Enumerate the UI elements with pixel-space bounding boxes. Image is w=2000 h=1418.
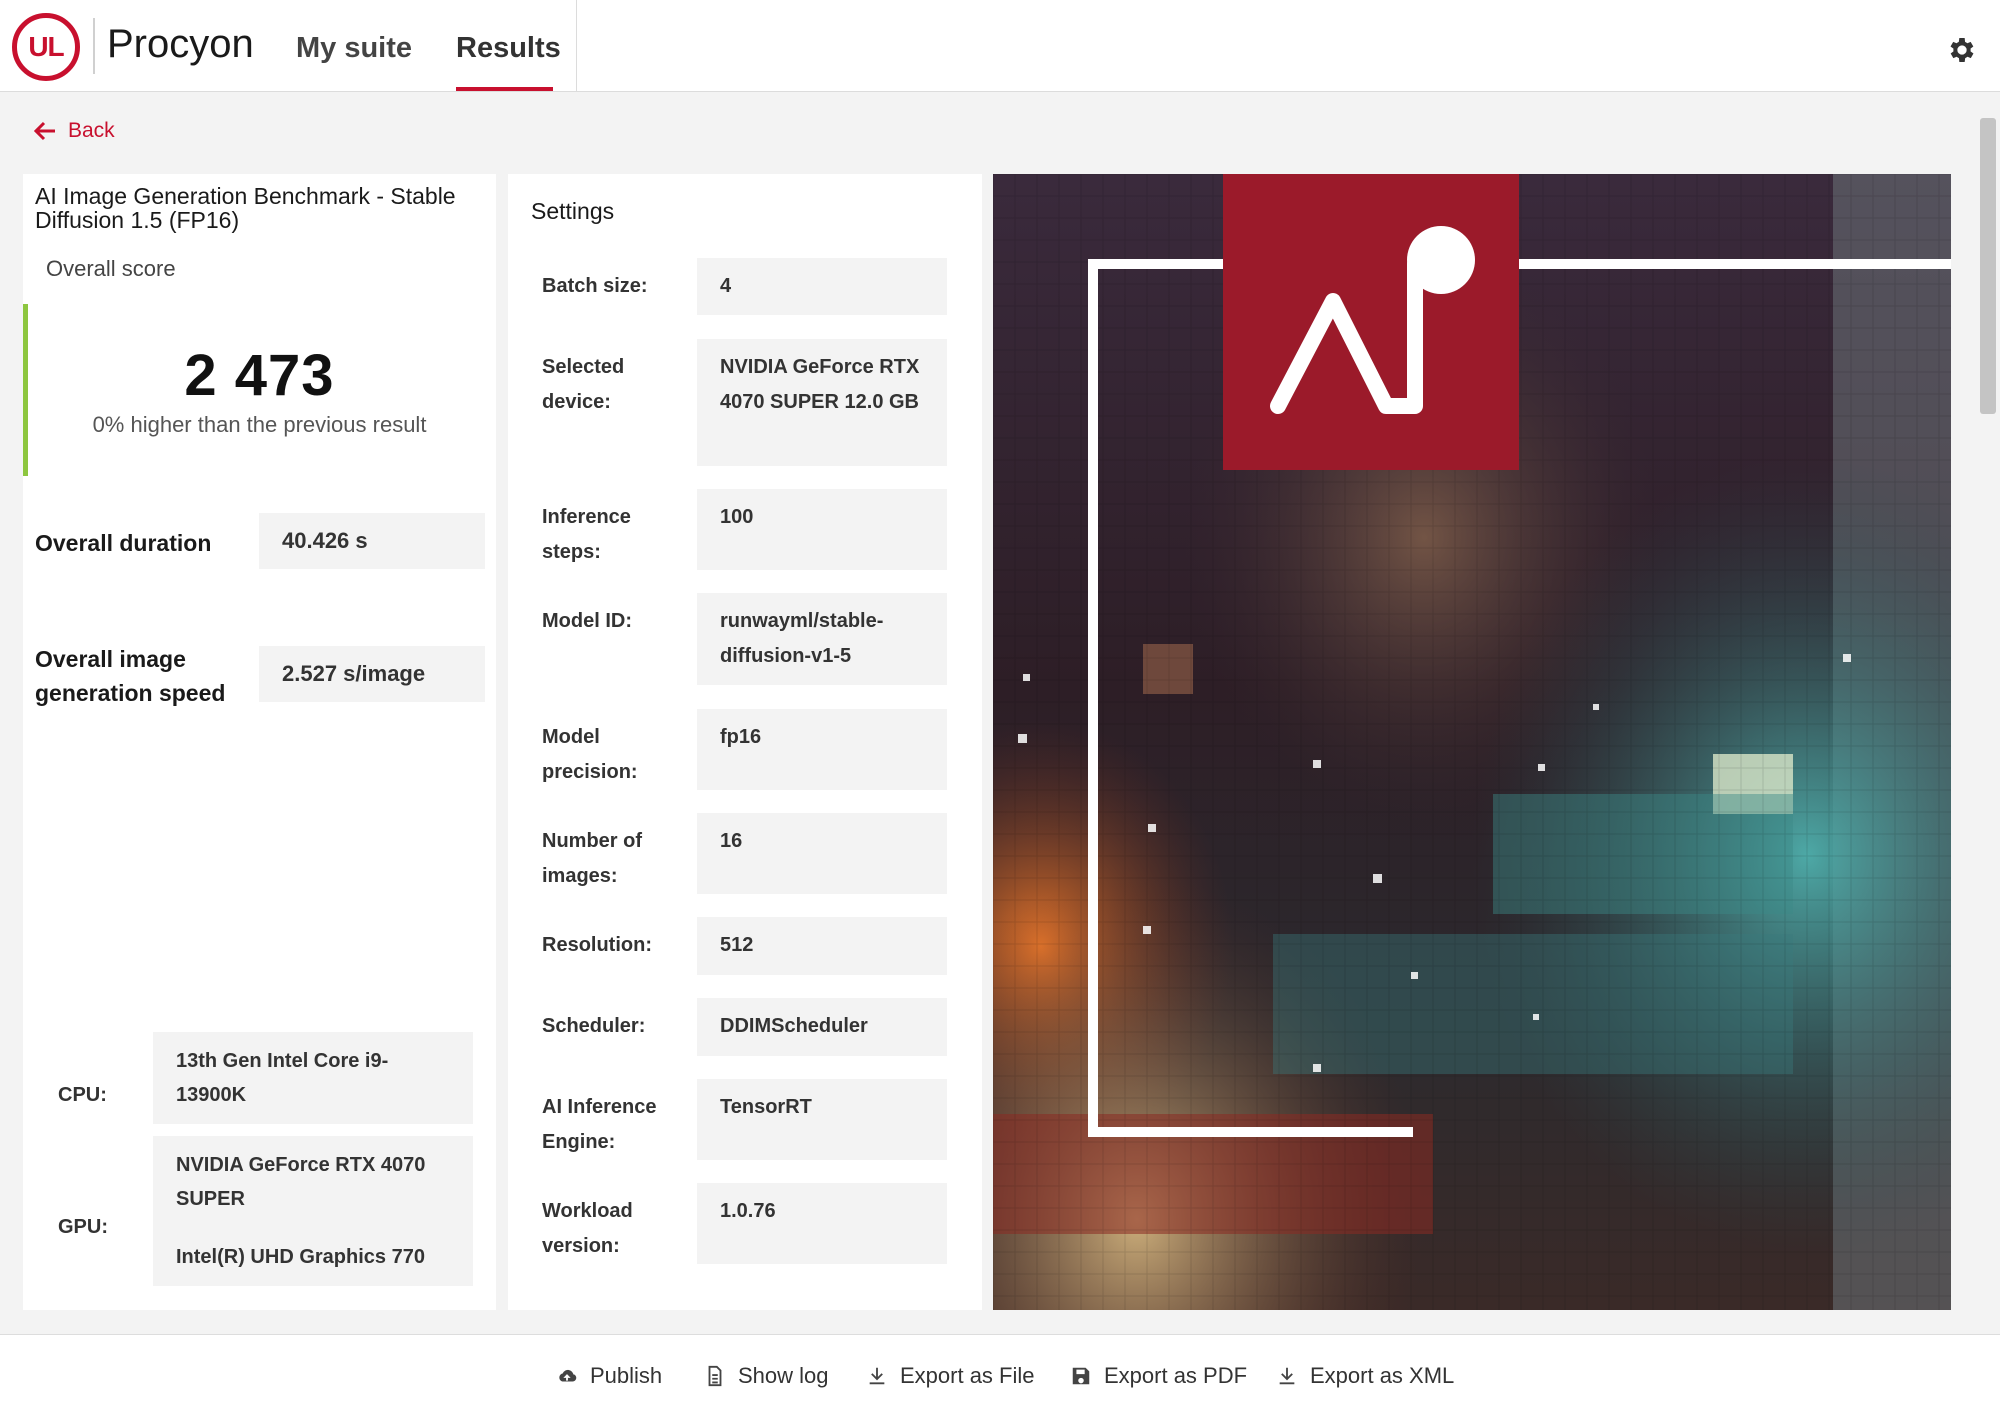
setting-value-scheduler: DDIMScheduler — [697, 998, 947, 1056]
setting-label-model-id: Model ID: — [542, 610, 632, 632]
setting-label-scheduler: Scheduler: — [542, 1015, 646, 1037]
setting-label-batch-size: Batch size: — [542, 275, 648, 297]
back-arrow-icon — [34, 121, 55, 141]
show-log-button[interactable]: Show log — [704, 1363, 829, 1389]
app-title: Procyon — [107, 22, 254, 66]
image-speed-label: Overall image generation speed — [35, 646, 226, 706]
overall-duration-label: Overall duration — [35, 530, 212, 556]
export-xml-label: Export as XML — [1310, 1363, 1455, 1388]
back-label: Back — [68, 119, 115, 142]
gpu-primary: NVIDIA GeForce RTX 4070 SUPER — [176, 1154, 426, 1210]
scrollbar-thumb[interactable] — [1980, 118, 1996, 414]
logo-text: UL — [28, 31, 64, 62]
export-file-label: Export as File — [900, 1363, 1035, 1388]
export-pdf-button[interactable]: Export as PDF — [1070, 1363, 1247, 1389]
overall-duration-value: 40.426 s — [259, 513, 485, 569]
setting-value-batch-size: 4 — [697, 258, 947, 315]
artwork-image — [993, 174, 1951, 1310]
ul-logo: UL — [12, 13, 80, 81]
setting-value-number-of-images: 16 — [697, 813, 947, 894]
settings-title: Settings — [531, 198, 615, 224]
setting-label-resolution: Resolution: — [542, 934, 652, 956]
overall-score-label: Overall score — [46, 256, 176, 281]
score-comparison: 0% higher than the previous result — [92, 412, 427, 437]
save-icon — [1072, 1367, 1090, 1385]
overall-score: 2 473 — [184, 343, 335, 408]
image-speed-value: 2.527 s/image — [259, 646, 485, 702]
setting-label-selected-device: Selected device: — [542, 356, 625, 413]
settings-panel: Settings Batch size: 4 Selected device: … — [508, 174, 982, 1310]
export-xml-button[interactable]: Export as XML — [1276, 1363, 1454, 1389]
setting-label-inference-steps: Inference steps: — [542, 506, 631, 563]
export-pdf-label: Export as PDF — [1104, 1363, 1248, 1388]
setting-value-ai-inference-engine: TensorRT — [697, 1079, 947, 1160]
benchmark-artwork — [993, 174, 1951, 1310]
publish-button[interactable]: Publish — [556, 1363, 662, 1389]
gpu-value: NVIDIA GeForce RTX 4070 SUPER Intel(R) U… — [153, 1136, 473, 1286]
action-bar: Publish Show log Export as File Export a… — [0, 1334, 2000, 1418]
setting-value-selected-device: NVIDIA GeForce RTX 4070 SUPER 12.0 GB — [697, 339, 947, 466]
setting-label-number-of-images: Number of images: — [542, 830, 642, 887]
nav-results[interactable]: Results — [456, 32, 561, 65]
ai-logo — [1223, 174, 1519, 470]
setting-value-model-id: runwayml/stable-diffusion-v1-5 — [697, 593, 947, 685]
active-tab-indicator — [456, 87, 553, 91]
back-button[interactable]: Back — [34, 119, 115, 143]
benchmark-title: AI Image Generation Benchmark - Stable D… — [35, 183, 456, 233]
setting-label-workload-version: Workload version: — [542, 1200, 633, 1257]
publish-label: Publish — [590, 1363, 663, 1388]
header-separator — [576, 0, 577, 92]
document-icon — [708, 1365, 722, 1387]
setting-label-model-precision: Model precision: — [542, 726, 638, 783]
cpu-value: 13th Gen Intel Core i9-13900K — [153, 1032, 473, 1124]
summary-panel: AI Image Generation Benchmark - Stable D… — [23, 174, 496, 1310]
setting-value-resolution: 512 — [697, 917, 947, 975]
gpu-secondary: Intel(R) UHD Graphics 770 — [176, 1246, 425, 1268]
nav-my-suite[interactable]: My suite — [296, 32, 412, 65]
gear-icon[interactable] — [1946, 34, 1978, 66]
cloud-upload-icon — [559, 1369, 577, 1382]
download-icon — [1279, 1367, 1295, 1385]
show-log-label: Show log — [738, 1363, 829, 1388]
setting-value-workload-version: 1.0.76 — [697, 1183, 947, 1264]
download-icon — [869, 1367, 885, 1385]
logo-divider — [93, 18, 95, 74]
cpu-label: CPU: — [58, 1084, 107, 1106]
setting-label-ai-inference-engine: AI Inference Engine: — [542, 1096, 657, 1153]
setting-value-inference-steps: 100 — [697, 489, 947, 570]
export-file-button[interactable]: Export as File — [866, 1363, 1035, 1389]
setting-value-model-precision: fp16 — [697, 709, 947, 790]
top-bar: UL Procyon My suite Results — [0, 0, 2000, 92]
gpu-label: GPU: — [58, 1216, 108, 1238]
